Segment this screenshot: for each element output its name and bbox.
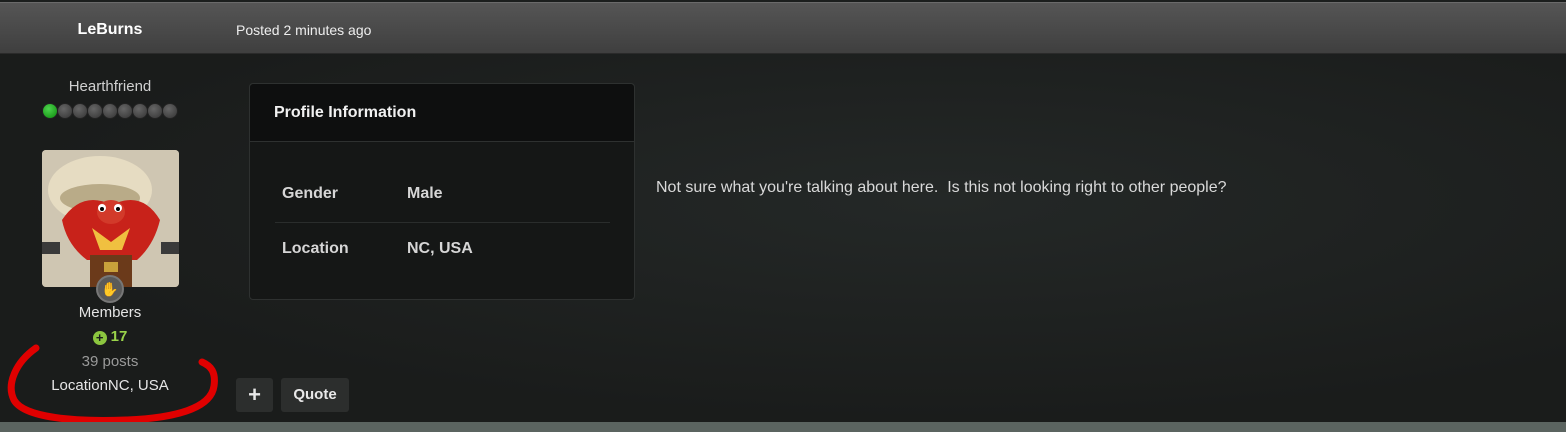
avatar-image [42,150,179,287]
rank-pip [42,103,58,119]
rank-title: Hearthfriend [68,78,152,95]
rank-pip [102,103,118,119]
profile-info-card: Profile Information Gender Male Location… [249,83,635,300]
rank-pip [87,103,103,119]
profile-row-location: Location NC, USA [275,223,610,277]
rank-pips [42,103,178,119]
posted-time[interactable]: Posted 2 minutes ago [236,22,371,38]
profile-label-location: Location [282,240,349,257]
profile-value-location: NC, USA [407,240,473,257]
quote-button[interactable]: Quote [281,378,349,412]
member-group: Members [78,304,142,321]
multiquote-plus-button[interactable]: + [236,378,273,412]
page-bottom-strip [0,422,1566,432]
rank-pip [132,103,148,119]
forum-post: LeBurns Posted 2 minutes ago Hearthfrien… [0,0,1566,432]
author-name-link[interactable]: LeBurns [0,21,220,39]
rank-pip [162,103,178,119]
hand-badge-icon: ✋ [96,275,124,303]
red-annotation-circle [7,344,218,424]
post-header: LeBurns Posted 2 minutes ago [0,2,1566,54]
profile-label-gender: Gender [282,185,339,202]
post-content: Not sure what you're talking about here.… [656,179,1227,196]
rank-pip [72,103,88,119]
avatar[interactable] [42,150,179,287]
rank-pip [117,103,133,119]
rank-pip [147,103,163,119]
post-body: Hearthfriend ✋ Members + 17 39 posts Loc… [0,54,1566,424]
profile-row-gender: Gender Male [275,168,610,223]
profile-card-title: Profile Information [250,84,634,142]
rank-pip [57,103,73,119]
profile-value-gender: Male [407,185,443,202]
